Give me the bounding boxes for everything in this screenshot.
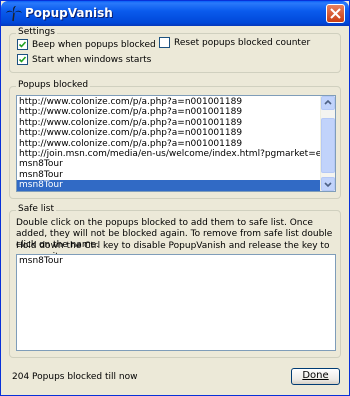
scroll-up-button[interactable] [321, 96, 335, 110]
list-item[interactable]: msn8Tour [17, 256, 333, 266]
checkmark-icon [18, 41, 27, 48]
beep-checkbox[interactable]: Beep when popups blocked [17, 39, 156, 50]
title-bar[interactable]: PopupVanish [1, 1, 349, 26]
checkmark-icon [18, 56, 27, 63]
chevron-down-icon [324, 182, 332, 188]
list-item[interactable]: http://www.colonize.com/p/a.php?a=n00100… [17, 139, 321, 149]
list-item[interactable]: http://join.msn.com/media/en-us/welcome/… [17, 149, 321, 159]
start-checkbox[interactable]: Start when windows starts [17, 54, 151, 65]
safe-list[interactable]: msn8Tour [16, 254, 336, 351]
status-text: 204 Popups blocked till now [12, 372, 138, 382]
close-icon [330, 8, 341, 19]
done-button[interactable]: Done [291, 368, 340, 385]
safe-list-legend: Safe list [16, 204, 57, 214]
reset-counter-checkbox[interactable]: Reset popups blocked counter [159, 37, 310, 48]
chevron-up-icon [324, 99, 332, 105]
list-item[interactable]: http://www.colonize.com/p/a.php?a=n00100… [17, 128, 321, 138]
close-button[interactable] [326, 4, 345, 23]
beep-label: Beep when popups blocked [32, 39, 156, 50]
done-label: Done [302, 370, 329, 381]
main-window: PopupVanish Settings Beep when popups bl… [0, 0, 350, 396]
reset-label: Reset popups blocked counter [174, 37, 311, 48]
list-item[interactable]: http://www.colonize.com/p/a.php?a=n00100… [17, 118, 321, 128]
settings-legend: Settings [16, 27, 57, 37]
list-item-selected[interactable]: msn8Tour [17, 180, 321, 191]
popups-blocked-legend: Popups blocked [16, 80, 91, 90]
palm-tree-icon [6, 6, 22, 22]
popups-blocked-list[interactable]: http://www.colonize.com/p/a.php?a=n00100… [16, 95, 336, 192]
list-item[interactable]: http://www.colonize.com/p/a.php?a=n00100… [17, 97, 321, 107]
window-title: PopupVanish [25, 6, 113, 20]
scroll-thumb[interactable] [321, 118, 335, 173]
checkbox-box[interactable] [159, 37, 170, 48]
scroll-down-button[interactable] [321, 177, 335, 191]
checkbox-box[interactable] [17, 39, 28, 50]
start-label: Start when windows starts [32, 54, 152, 65]
list-item[interactable]: msn8Tour [17, 159, 321, 169]
checkbox-box[interactable] [17, 54, 28, 65]
popups-scrollbar[interactable] [320, 96, 335, 191]
list-item[interactable]: http://www.colonize.com/p/a.php?a=n00100… [17, 107, 321, 117]
list-item[interactable]: msn8Tour [17, 170, 321, 180]
